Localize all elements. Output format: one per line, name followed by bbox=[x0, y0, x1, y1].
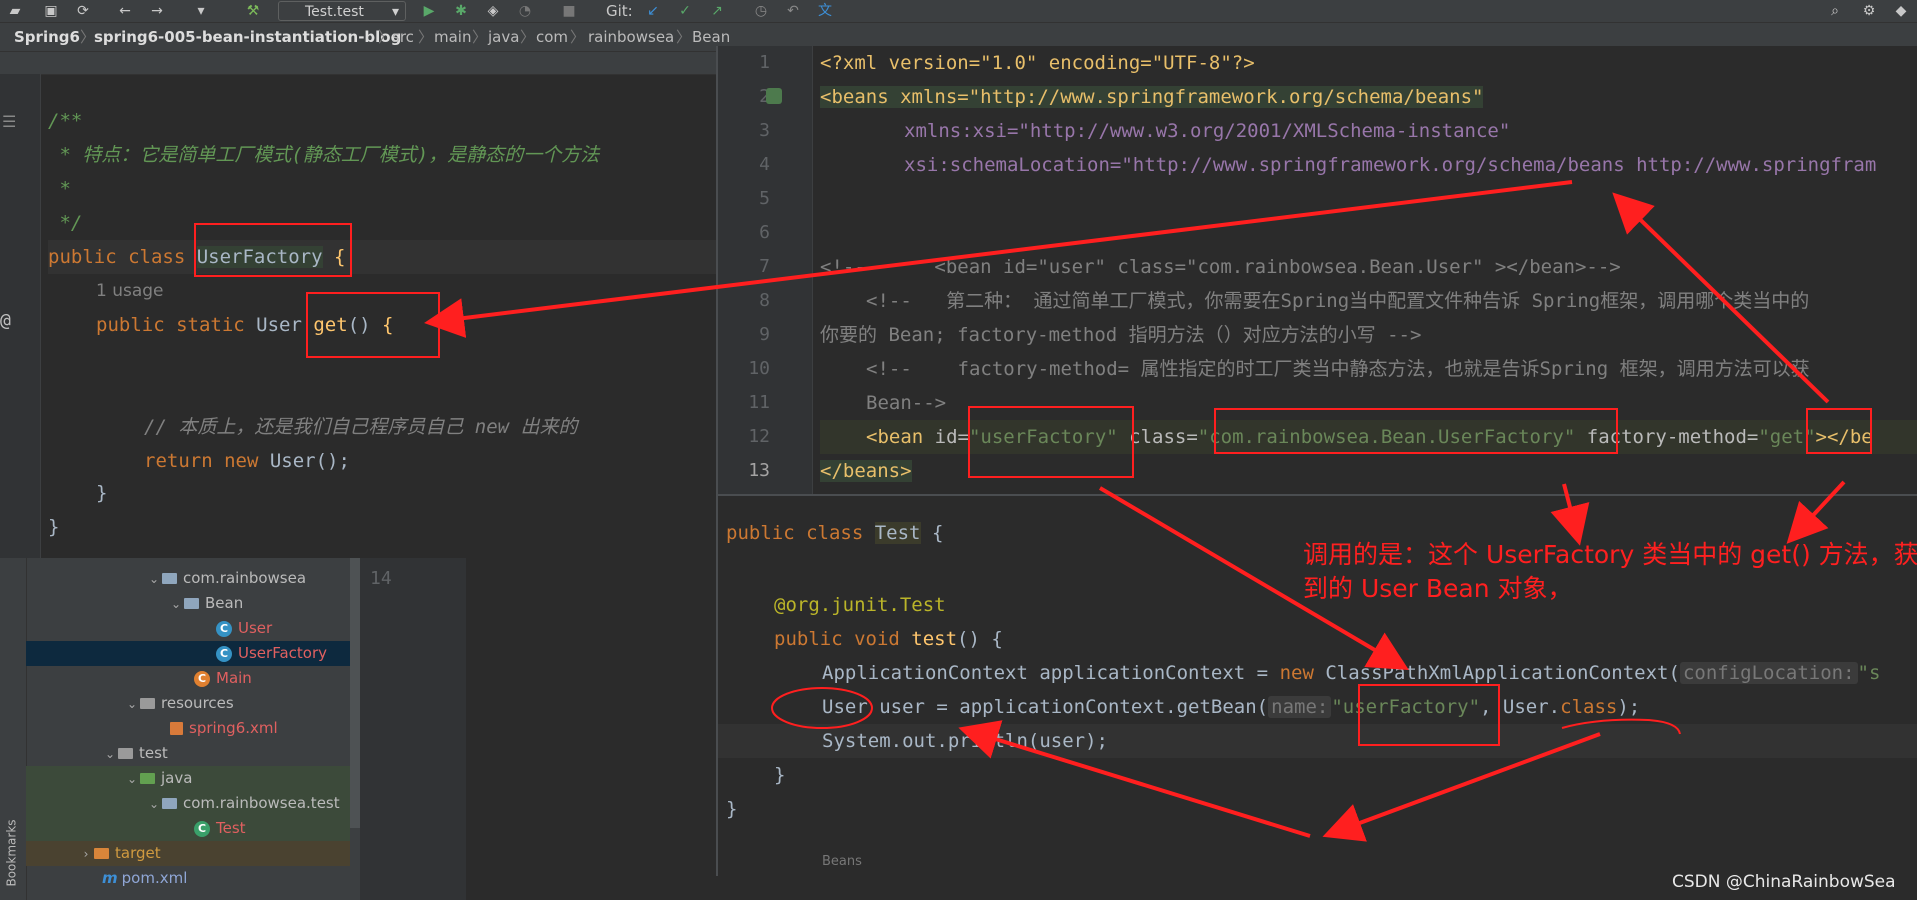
arrow-class-to-note bbox=[1550, 483, 1590, 546]
arrow-factory-method-up bbox=[1612, 192, 1830, 404]
arrow-bottom-to-user bbox=[958, 720, 1311, 838]
annotation-note-line: 到的 User Bean 对象， bbox=[1303, 574, 1573, 603]
arrow-schema-to-get bbox=[424, 180, 1573, 338]
watermark: CSDN @ChinaRainbowSea bbox=[1672, 872, 1896, 892]
arrow-get-to-note bbox=[1786, 480, 1846, 544]
annotation-arrows bbox=[424, 180, 1846, 842]
annotation-note-line: 调用的是：这个 UserFactory 类当中的 get() 方法，获 bbox=[1303, 540, 1917, 569]
annotation-note: 调用的是：这个 UserFactory 类当中的 get() 方法，获 到的 U… bbox=[1303, 538, 1917, 606]
arrow-class-to-bottom bbox=[1322, 732, 1601, 842]
